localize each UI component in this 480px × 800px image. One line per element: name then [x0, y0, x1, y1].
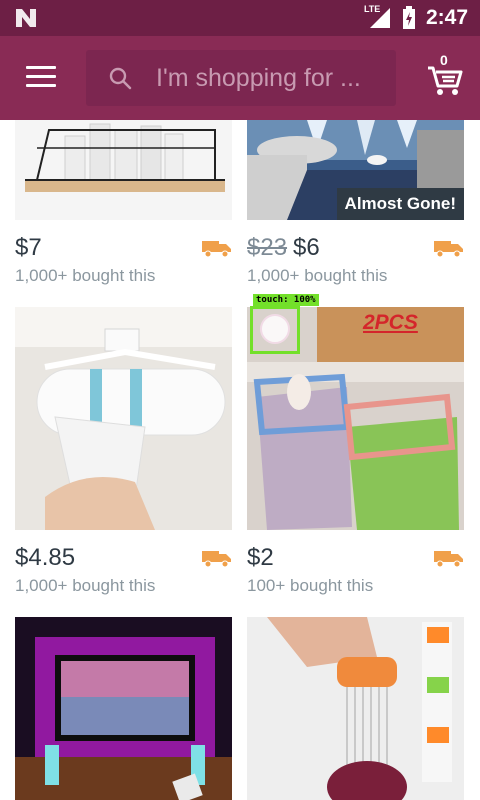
product-card[interactable]: Almost Gone! $23 $6 1,000+ bought this [247, 120, 464, 285]
shipping-truck-icon [434, 241, 463, 258]
search-input[interactable] [156, 60, 386, 96]
price: $23 $6 [247, 234, 320, 262]
bought-count: 1,000+ bought this [15, 266, 156, 285]
search-bar[interactable] [86, 50, 396, 106]
product-image-shelf [15, 120, 232, 220]
product-card[interactable]: $4.85 1,000+ bought this [15, 307, 232, 595]
price-row: $4.85 1,000+ bought this [15, 530, 232, 595]
bought-count: 1,000+ bought this [247, 266, 388, 285]
menu-icon[interactable] [26, 66, 56, 88]
battery-charging-icon [402, 6, 415, 29]
app-bar: 0 [0, 36, 480, 120]
product-image-onion-holder [247, 617, 464, 800]
price: $2 [247, 544, 274, 571]
android-n-icon [16, 9, 36, 27]
price: $4.85 [15, 544, 76, 571]
touch-point [260, 314, 290, 344]
signal-icon: LTE [363, 4, 392, 30]
shipping-truck-icon [434, 551, 463, 568]
stock-badge: Almost Gone! [336, 188, 464, 220]
bought-count: 1,000+ bought this [15, 576, 156, 595]
clock: 2:47 [425, 6, 468, 29]
product-image-led-strip [15, 617, 232, 800]
touch-label: touch: 100% [253, 294, 319, 306]
product-image-towel-holder [15, 307, 232, 530]
product-card[interactable]: $7 1,000+ bought this [15, 120, 232, 285]
bought-count: 100+ bought this [247, 576, 374, 595]
original-price: $23 [247, 234, 288, 261]
cart-button[interactable]: 0 [424, 52, 464, 98]
price-row: $7 1,000+ bought this [15, 220, 232, 285]
price-row: $2 100+ bought this [247, 530, 464, 595]
product-card[interactable] [247, 617, 464, 800]
price-row: $23 $6 1,000+ bought this [247, 220, 464, 285]
product-card[interactable] [15, 617, 232, 800]
search-icon [109, 67, 132, 90]
product-image-bath-mat: Almost Gone! [247, 120, 464, 220]
sale-price: $6 [293, 234, 320, 261]
network-label: LTE [363, 4, 381, 14]
price: $7 [15, 234, 42, 261]
shipping-truck-icon [202, 241, 231, 258]
image-caption: 2PCS [363, 311, 418, 334]
cart-count: 0 [440, 52, 448, 68]
status-bar: LTE 2:47 [0, 0, 480, 36]
product-grid: $7 1,000+ bought this Almost Gone! $23 $… [0, 120, 480, 800]
shipping-truck-icon [202, 551, 231, 568]
